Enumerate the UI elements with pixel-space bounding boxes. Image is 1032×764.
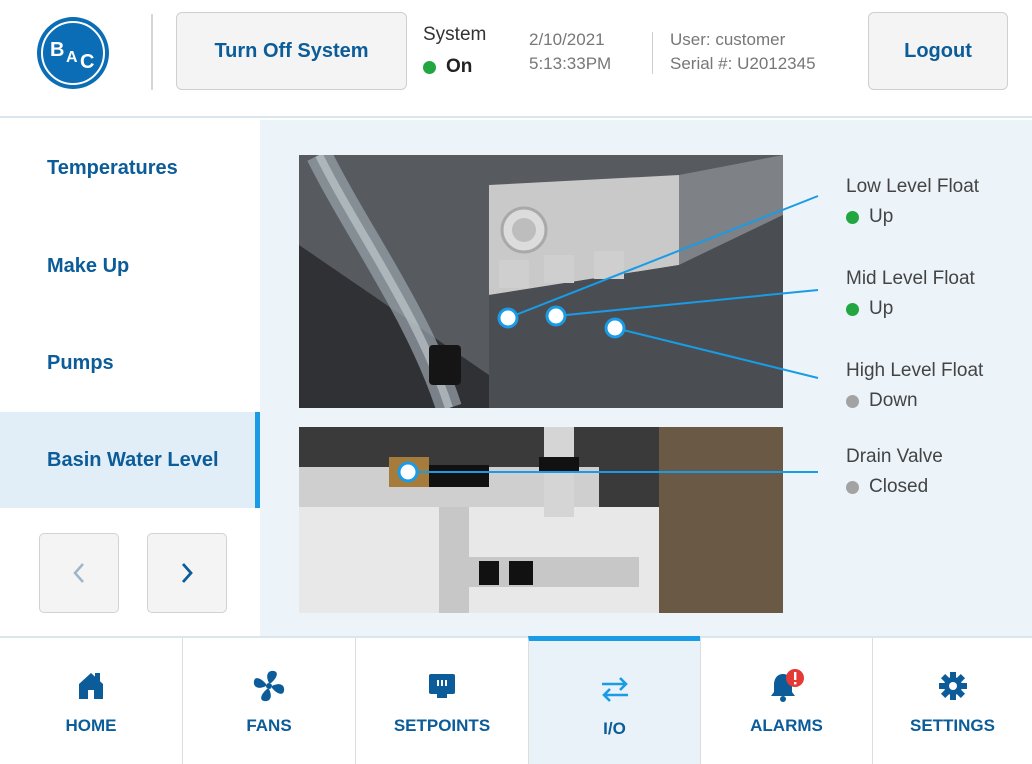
info-divider (652, 32, 653, 74)
tab-settings[interactable]: SETTINGS (872, 638, 1032, 764)
io-point-state-text: Closed (869, 476, 929, 497)
io-low-level-float: Low Level Float Up (846, 172, 979, 232)
io-point-state-text: Up (869, 298, 894, 319)
sidebar-item-label: Basin Water Level (47, 448, 219, 471)
tab-setpoints[interactable]: SETPOINTS (355, 638, 528, 764)
io-point-name: Drain Valve (846, 446, 943, 467)
bac-logo: B A C (37, 17, 109, 89)
io-point-state: Up (846, 294, 975, 324)
fan-icon (249, 668, 289, 704)
io-point-name: High Level Float (846, 360, 984, 381)
date-time: 2/10/2021 5:13:33PM (529, 28, 611, 76)
drain-valve-photo (299, 427, 783, 613)
sidebar-item-make-up[interactable]: Make Up (0, 218, 260, 314)
status-dot-icon (846, 394, 859, 408)
svg-text:A: A (66, 49, 78, 66)
io-point-name: Low Level Float (846, 176, 980, 197)
status-dot-icon (846, 302, 859, 316)
user-info: User: customer Serial #: U2012345 (670, 28, 816, 76)
status-dot-icon (423, 60, 436, 74)
previous-page-button[interactable] (39, 533, 119, 613)
tab-fans[interactable]: FANS (182, 638, 355, 764)
tab-label: HOME (65, 716, 117, 735)
io-high-level-float: High Level Float Down (846, 356, 983, 416)
io-drain-valve: Drain Valve Closed (846, 442, 943, 502)
tab-label: I/O (603, 719, 626, 738)
swap-arrows-icon (595, 671, 635, 707)
gear-icon (933, 668, 973, 704)
io-point-state: Up (846, 202, 979, 232)
tab-label: SETTINGS (909, 716, 995, 735)
svg-text:B: B (50, 39, 64, 61)
bell-alert-icon (767, 668, 807, 704)
sidebar-item-label: Pumps (47, 351, 114, 374)
turn-off-system-button[interactable]: Turn Off System (176, 12, 407, 90)
logo-divider (151, 14, 153, 90)
system-status: On (423, 56, 472, 78)
io-point-state-text: Up (869, 206, 894, 227)
sidebar-item-basin-water-level[interactable]: Basin Water Level (0, 412, 260, 508)
basin-floats-photo (299, 155, 783, 408)
sidebar-item-pumps[interactable]: Pumps (0, 315, 260, 411)
setpoints-icon (422, 668, 462, 704)
io-point-state-text: Down (869, 390, 918, 411)
date-text: 2/10/2021 (529, 30, 605, 49)
tab-home[interactable]: HOME (0, 638, 182, 764)
system-status-text: On (446, 56, 473, 77)
header-bar: B A C Turn Off System System On 2/10/202… (0, 0, 1032, 118)
tab-label: ALARMS (750, 716, 823, 735)
svg-text:C: C (80, 51, 94, 73)
serial-text: Serial #: U2012345 (670, 54, 816, 73)
io-point-name: Mid Level Float (846, 268, 975, 289)
tab-label: FANS (246, 716, 292, 735)
next-page-button[interactable] (147, 533, 227, 613)
time-text: 5:13:33PM (529, 54, 612, 73)
tab-alarms[interactable]: ALARMS (700, 638, 872, 764)
io-point-state: Closed (846, 472, 943, 502)
sidebar-item-temperatures[interactable]: Temperatures (0, 120, 260, 216)
chevron-right-icon (181, 563, 193, 583)
bottom-nav-bar: HOME FANS SETPOINTS I/O ALARMS SETTINGS (0, 636, 1032, 764)
io-mid-level-float: Mid Level Float Up (846, 264, 975, 324)
sidebar-item-label: Temperatures (47, 156, 178, 179)
system-label: System (423, 24, 487, 45)
status-dot-icon (846, 480, 859, 494)
io-point-state: Down (846, 386, 983, 416)
home-icon (71, 668, 111, 704)
status-dot-icon (846, 210, 859, 224)
user-text: User: customer (670, 30, 786, 49)
logout-button[interactable]: Logout (868, 12, 1008, 90)
tab-label: SETPOINTS (393, 716, 491, 735)
tab-io[interactable]: I/O (528, 636, 700, 764)
chevron-left-icon (73, 563, 84, 583)
sidebar-item-label: Make Up (47, 254, 130, 277)
